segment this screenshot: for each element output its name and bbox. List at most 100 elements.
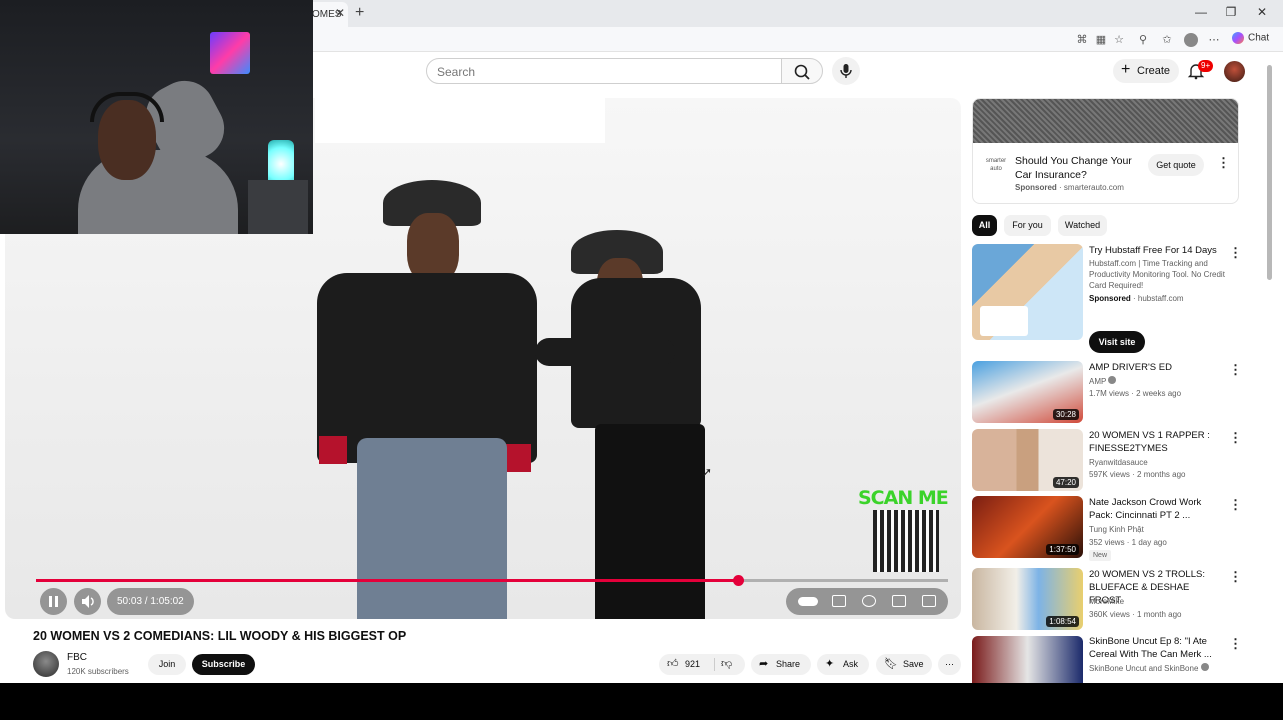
ad-menu-icon[interactable]: ⋮ <box>1217 155 1230 171</box>
more-actions-button[interactable]: ⋯ <box>938 654 961 675</box>
channel-name[interactable]: FBC <box>67 652 87 663</box>
video-thumbnail[interactable] <box>972 636 1083 683</box>
ad-sponsored-label: Sponsored <box>1015 183 1057 192</box>
chip-for-you[interactable]: For you <box>1004 215 1051 236</box>
voice-search-button[interactable] <box>832 57 860 85</box>
webcam-background-desk <box>248 180 308 234</box>
miniplayer-icon[interactable] <box>892 595 906 607</box>
scrollbar-thumb[interactable] <box>1267 65 1272 280</box>
channel-avatar[interactable] <box>33 651 59 677</box>
screen: OMES ✕ + — ❐ ✕ ⌘ ▦ ☆ ⚲ ✩ ⋯ Chat Search +… <box>0 0 1283 683</box>
video-meta: 360K views · 1 month ago <box>1089 610 1182 619</box>
thumbs-up-icon[interactable]: 👍︎ <box>667 654 679 675</box>
ad-banner-image <box>973 99 1238 143</box>
performer-right-cuff <box>505 444 531 472</box>
video-thumbnail[interactable]: 1:08:54 <box>972 568 1083 630</box>
chat-label: Chat <box>1248 32 1270 44</box>
new-tab-button[interactable]: + <box>355 4 364 22</box>
webcam-background-monitor <box>210 32 250 74</box>
volume-icon <box>82 595 94 608</box>
video-menu-icon[interactable]: ⋮ <box>1229 430 1242 446</box>
video-meta: 1.7M views · 2 weeks ago <box>1089 389 1182 398</box>
save-button[interactable]: 🔖︎ Save <box>876 654 932 675</box>
video-title-link[interactable]: Nate Jackson Crowd Work Pack: Cincinnati… <box>1089 496 1219 522</box>
advertiser-logo: smarter auto <box>985 158 1007 172</box>
video-title-link[interactable]: 20 WOMEN VS 1 RAPPER : FINESSE2TYMES <box>1089 429 1219 455</box>
minimize-button[interactable]: — <box>1191 5 1211 19</box>
search-button[interactable] <box>781 58 823 84</box>
sponsored-ad-card[interactable]: smarter auto Should You Change Your Car … <box>972 98 1239 204</box>
verified-check-icon <box>1108 376 1117 384</box>
create-button[interactable]: + Create <box>1113 59 1179 83</box>
account-avatar[interactable] <box>1224 61 1245 82</box>
autoplay-toggle[interactable] <box>798 597 818 606</box>
subscribe-button[interactable]: Subscribe <box>192 654 255 675</box>
notification-count-badge: 9+ <box>1198 60 1214 72</box>
promo-thumbnail[interactable] <box>972 244 1083 340</box>
like-divider <box>714 658 715 671</box>
scan-me-label: SCAN ME <box>858 487 949 509</box>
chip-watched[interactable]: Watched <box>1058 215 1107 236</box>
performer-right-arms <box>535 338 675 366</box>
video-thumbnail[interactable]: 30:28 <box>972 361 1083 423</box>
progress-scrubber[interactable] <box>733 575 744 586</box>
ad-domain: · smarterauto.com <box>1059 183 1124 192</box>
window-close-button[interactable]: ✕ <box>1252 5 1272 19</box>
pause-button[interactable] <box>40 588 67 615</box>
volume-button[interactable] <box>74 588 101 615</box>
performer-left-cuff <box>319 436 347 464</box>
settings-gear-icon[interactable] <box>862 595 876 607</box>
ad-title[interactable]: Should You Change Your Car Insurance? <box>1015 154 1150 182</box>
performer-right-pants <box>595 424 705 619</box>
video-channel[interactable]: MoreMike <box>1089 596 1234 607</box>
get-quote-button[interactable]: Get quote <box>1148 154 1204 176</box>
promo-title[interactable]: Try Hubstaff Free For 14 Days <box>1089 244 1219 257</box>
video-title-link[interactable]: SkinBone Uncut Ep 8: "I Ate Cereal With … <box>1089 635 1219 661</box>
ask-button[interactable]: ✦ Ask <box>817 654 869 675</box>
video-menu-icon[interactable]: ⋮ <box>1229 636 1242 652</box>
favorite-star-icon[interactable]: ☆ <box>1112 33 1126 47</box>
thumbs-down-icon[interactable]: 👎︎ <box>721 654 732 675</box>
video-thumbnail[interactable]: 1:37:50 <box>972 496 1083 558</box>
video-menu-icon[interactable]: ⋮ <box>1229 362 1242 378</box>
translate-icon[interactable]: ⌘ <box>1075 33 1089 47</box>
video-channel[interactable]: AMP <box>1089 376 1234 387</box>
extensions-icon[interactable]: ⚲ <box>1136 33 1150 47</box>
promo-sponsored-label: Sponsored <box>1089 294 1131 303</box>
performer-left-shirt <box>317 273 537 463</box>
pause-icon <box>49 596 58 607</box>
video-menu-icon[interactable]: ⋮ <box>1229 569 1242 585</box>
video-channel[interactable]: Tung Kinh Phật <box>1089 524 1234 535</box>
video-title-link[interactable]: AMP DRIVER'S ED <box>1089 361 1219 374</box>
ask-label: Ask <box>843 659 859 669</box>
share-button[interactable]: ➦ Share <box>751 654 811 675</box>
qr-code <box>873 510 939 572</box>
video-channel[interactable]: SkinBone Uncut and SkinBone <box>1089 663 1234 674</box>
promo-menu-icon[interactable]: ⋮ <box>1229 245 1242 261</box>
restore-button[interactable]: ❐ <box>1221 5 1241 19</box>
search-input[interactable]: Search <box>426 58 782 84</box>
captions-icon[interactable] <box>832 595 846 607</box>
profile-icon[interactable] <box>1184 33 1198 47</box>
app-grid-icon[interactable]: ▦ <box>1094 33 1108 47</box>
video-channel[interactable]: Ryanwitdasauce <box>1089 457 1234 468</box>
fullscreen-icon[interactable] <box>922 595 936 607</box>
promo-description: Hubstaff.com | Time Tracking and Product… <box>1089 259 1225 290</box>
like-count[interactable]: 921 <box>685 654 700 675</box>
channel-name-text: AMP <box>1089 377 1107 386</box>
webcam-overlay <box>0 0 313 234</box>
video-thumbnail[interactable]: 47:20 <box>972 429 1083 491</box>
join-button[interactable]: Join <box>148 654 186 675</box>
more-menu-icon[interactable]: ⋯ <box>1207 33 1221 47</box>
video-duration: 1:37:50 <box>1046 544 1079 555</box>
bookmark-icon: 🔖︎ <box>884 658 898 670</box>
visit-site-button[interactable]: Visit site <box>1089 331 1145 353</box>
favorites-icon[interactable]: ✩ <box>1160 33 1174 47</box>
chat-button[interactable]: Chat <box>1232 32 1269 44</box>
create-label: Create <box>1137 65 1171 77</box>
chip-all[interactable]: All <box>972 215 997 236</box>
performer-left-jeans <box>357 438 507 619</box>
copilot-icon <box>1232 32 1244 44</box>
tab-close-icon[interactable]: ✕ <box>335 6 345 20</box>
video-menu-icon[interactable]: ⋮ <box>1229 497 1242 513</box>
